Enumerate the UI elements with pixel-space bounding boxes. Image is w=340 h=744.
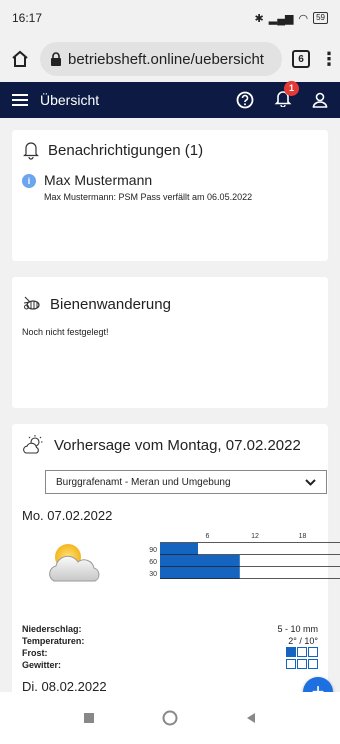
level-square: [286, 659, 296, 669]
forecast-title: Vorhersage vom Montag, 07.02.2022: [54, 436, 301, 454]
bar-row-label: 90: [149, 547, 157, 554]
next-day-label: Di. 08.02.2022: [22, 679, 107, 692]
level-square: [308, 647, 318, 657]
storm-level-indicator: [285, 659, 318, 671]
partly-cloudy-icon: [49, 544, 100, 582]
tab-switcher-button[interactable]: 6: [292, 50, 310, 68]
bee-migration-status: Noch nicht festgelegt!: [22, 327, 109, 337]
bell-outline-icon: [23, 142, 39, 160]
bar: [160, 567, 240, 579]
notifications-card-header: Benachrichtigungen (1): [22, 140, 318, 160]
level-square: [297, 647, 307, 657]
page-title: Übersicht: [40, 92, 100, 108]
notification-sender: Max Mustermann: [44, 172, 153, 188]
system-navigation-bar: [0, 692, 340, 744]
bee-migration-card: Bienenwanderung Noch nicht festgelegt!: [12, 277, 328, 408]
app-header: Übersicht 1: [0, 80, 340, 118]
bar-row-label: 60: [149, 559, 157, 566]
hour-tick-label: 6: [206, 533, 210, 540]
hourly-bars-chart: 6 12 18 90 60 30: [149, 533, 340, 579]
precipitation-row: Niederschlag: 5 - 10 mm: [22, 623, 318, 635]
bee-migration-header: Bienenwanderung: [22, 295, 318, 313]
notification-count-badge: 1: [284, 80, 299, 96]
forecast-header: Vorhersage vom Montag, 07.02.2022: [22, 434, 318, 456]
day-metrics: Niederschlag: 5 - 10 mm Temperaturen: 2°…: [22, 623, 318, 671]
home-icon[interactable]: [10, 49, 30, 69]
sun-cloud-outline-icon: [23, 435, 43, 454]
status-time: 16:17: [12, 11, 43, 25]
hamburger-menu-icon[interactable]: [12, 94, 28, 106]
main-content: Benachrichtigungen (1) i Max Mustermann …: [0, 118, 340, 692]
notifications-card-title: Benachrichtigungen (1): [48, 141, 204, 159]
level-square: [308, 659, 318, 669]
bee-migration-title: Bienenwanderung: [50, 295, 171, 313]
bluetooth-icon: ✱: [254, 12, 264, 25]
temperature-value: 2° / 10°: [288, 636, 318, 646]
browser-toolbar: betriebsheft.online/uebersicht 6 ⋮: [0, 36, 340, 82]
url-text: betriebsheft.online/uebersicht: [68, 50, 264, 68]
lock-icon: [51, 52, 61, 66]
notifications-button[interactable]: 1: [274, 80, 299, 112]
hour-tick-label: 18: [299, 533, 307, 540]
status-icons: ✱ ▂▄▆ ◠ 59: [255, 12, 328, 25]
recent-apps-icon[interactable]: [83, 712, 95, 724]
signal-icon: ▂▄▆: [268, 12, 294, 25]
notification-message: Max Mustermann: PSM Pass verfällt am 06.…: [44, 192, 253, 202]
temperature-label: Temperaturen:: [22, 636, 85, 646]
notifications-card: Benachrichtigungen (1) i Max Mustermann …: [12, 130, 328, 261]
level-square: [297, 659, 307, 669]
storm-row: Gewitter:: [22, 659, 318, 671]
frost-level-indicator: [285, 647, 318, 659]
browser-menu-icon[interactable]: ⋮: [320, 49, 338, 70]
frost-row: Frost:: [22, 647, 318, 659]
chevron-down-icon: [305, 478, 316, 486]
notification-item[interactable]: i Max Mustermann Max Mustermann: PSM Pas…: [22, 172, 318, 202]
battery-icon: 59: [313, 12, 328, 24]
precipitation-value: 5 - 10 mm: [277, 624, 318, 634]
level-square: [286, 647, 296, 657]
region-select[interactable]: Burggrafenamt - Meran und Umgebung: [45, 470, 327, 494]
url-field[interactable]: betriebsheft.online/uebersicht: [40, 42, 282, 76]
bee-icon: [23, 296, 40, 310]
temperature-row: Temperaturen: 2° / 10°: [22, 635, 318, 647]
forecast-card: Vorhersage vom Montag, 07.02.2022 Burggr…: [12, 424, 340, 692]
frost-label: Frost:: [22, 648, 48, 658]
system-status-bar: 16:17 ✱ ▂▄▆ ◠ 59: [0, 0, 340, 36]
user-icon[interactable]: [312, 91, 328, 109]
region-select-value: Burggrafenamt - Meran und Umgebung: [56, 476, 231, 488]
storm-label: Gewitter:: [22, 660, 62, 670]
bar: [160, 543, 198, 555]
bar-row-label: 30: [149, 571, 157, 578]
help-icon[interactable]: [236, 91, 254, 109]
day-forecast: 6 12 18 90 60 30: [22, 529, 340, 613]
precipitation-label: Niederschlag:: [22, 624, 82, 634]
hour-tick-label: 12: [251, 533, 259, 540]
bar: [160, 555, 240, 567]
home-button-icon[interactable]: [162, 710, 178, 726]
back-icon[interactable]: [245, 712, 257, 724]
wifi-icon: ◠: [298, 12, 309, 25]
day-label: Mo. 07.02.2022: [22, 508, 113, 523]
info-icon: i: [22, 174, 36, 188]
